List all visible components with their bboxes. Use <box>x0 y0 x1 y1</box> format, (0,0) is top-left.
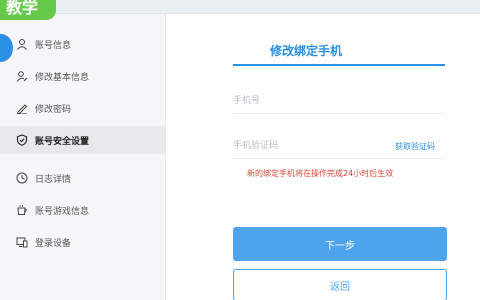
sidebar-item-game-info[interactable]: 账号游戏信息 <box>0 196 166 224</box>
sidebar-item-log-details[interactable]: 日志详情 <box>0 164 166 192</box>
main-panel: 修改绑定手机 获取验证码 新的绑定手机将在操作完成24小时后生效 下一步 返回 <box>167 14 480 300</box>
back-button[interactable]: 返回 <box>233 269 447 300</box>
sidebar-item-edit-profile[interactable]: 修改基本信息 <box>0 62 166 90</box>
sidebar-item-account-info[interactable]: 账号信息 <box>0 30 166 58</box>
top-bar <box>0 0 480 14</box>
rebind-notice: 新的绑定手机将在操作完成24小时后生效 <box>247 169 394 178</box>
page-title: 修改绑定手机 <box>269 44 342 58</box>
user-icon <box>15 37 29 51</box>
pencil-icon <box>15 101 29 115</box>
sidebar-item-label: 账号信息 <box>35 40 72 51</box>
sidebar-item-label: 账号安全设置 <box>35 136 90 147</box>
phone-input[interactable] <box>233 88 445 114</box>
phone-field <box>233 88 445 114</box>
get-code-button[interactable]: 获取验证码 <box>395 141 435 152</box>
sidebar-item-label: 登录设备 <box>35 238 72 249</box>
sidebar-item-label: 修改基本信息 <box>35 72 90 83</box>
sidebar-item-label: 修改密码 <box>35 104 72 115</box>
cup-icon <box>15 203 29 217</box>
sidebar: 账号信息 修改基本信息 修改密码 账号安全设置 日志详情 账号游戏信息 登录设备 <box>0 14 166 300</box>
user-edit-icon <box>15 69 29 83</box>
sidebar-item-login-devices[interactable]: 登录设备 <box>0 228 166 256</box>
sidebar-item-security[interactable]: 账号安全设置 <box>0 126 166 154</box>
next-button[interactable]: 下一步 <box>233 227 447 261</box>
sidebar-item-label: 日志详情 <box>35 174 72 185</box>
clock-icon <box>15 171 29 185</box>
device-icon <box>15 235 29 249</box>
tutorial-badge: 教学 <box>0 0 56 20</box>
sidebar-item-label: 账号游戏信息 <box>35 206 90 217</box>
shield-icon <box>15 133 29 147</box>
verification-code-field: 获取验证码 <box>233 133 445 159</box>
verification-code-input[interactable] <box>233 133 373 159</box>
sidebar-item-change-password[interactable]: 修改密码 <box>0 94 166 122</box>
title-underline <box>233 64 445 66</box>
